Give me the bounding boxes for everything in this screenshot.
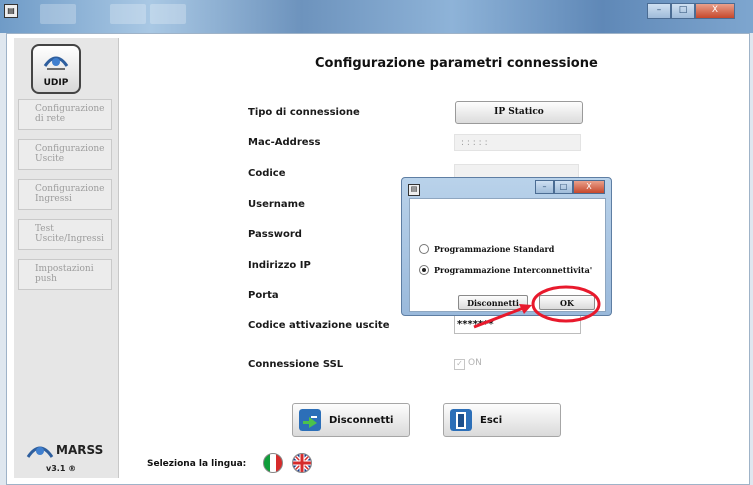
indirizzo-ip-label: Indirizzo IP: [248, 260, 311, 271]
window-titlebar: ▤ – □ X: [0, 0, 753, 33]
radio-checked-icon: [419, 265, 429, 275]
maximize-button[interactable]: □: [671, 3, 695, 19]
udip-logo: UDIP: [31, 44, 81, 94]
disconnetti-button-label: Disconnetti: [329, 414, 394, 426]
udip-emblem-icon: [43, 56, 69, 70]
logo-label: UDIP: [43, 78, 69, 88]
language-label: Seleziona la lingua:: [147, 459, 247, 469]
sidebar-item-impostazioni-push[interactable]: Impostazioni push: [18, 259, 112, 290]
sidebar-item-configurazione-uscite[interactable]: Configurazione Uscite: [18, 139, 112, 170]
porta-label: Porta: [248, 290, 279, 301]
uk-flag-icon[interactable]: [292, 453, 312, 473]
marss-logo: MARSS: [26, 439, 110, 461]
sidebar-item-configurazione-rete[interactable]: Configurazione di rete: [18, 99, 112, 130]
dialog-body: Programmazione Standard Programmazione I…: [409, 198, 606, 312]
dialog-disconnetti-button[interactable]: Disconnetti: [458, 295, 528, 310]
italian-flag-icon[interactable]: [263, 453, 283, 473]
exit-door-icon: [450, 409, 472, 431]
titlebar-decoration: [110, 4, 146, 24]
dialog-window-controls: – □ X: [535, 180, 605, 194]
mac-address-label: Mac-Address: [248, 137, 321, 148]
sidebar-item-configurazione-ingressi[interactable]: Configurazione Ingressi: [18, 179, 112, 210]
radio-programmazione-interconnettivita[interactable]: Programmazione Interconnettivita': [419, 265, 592, 275]
version-label: v3.1 ®: [46, 464, 77, 473]
dialog-app-icon: ▤: [408, 184, 420, 196]
radio-label: Programmazione Standard: [434, 244, 555, 254]
programmazione-dialog: ▤ – □ X Programmazione Standard Programm…: [401, 177, 612, 316]
ssl-checkbox[interactable]: ✓ ON: [454, 358, 482, 370]
uk-flag-cross-icon: [293, 454, 311, 472]
dialog-minimize-button[interactable]: –: [535, 180, 554, 194]
radio-unchecked-icon: [419, 244, 429, 254]
app-icon: ▤: [4, 4, 18, 18]
marss-emblem-icon: MARSS: [26, 443, 103, 458]
dialog-ok-button[interactable]: OK: [539, 295, 595, 310]
codice-attivazione-label: Codice attivazione uscite: [248, 320, 390, 331]
esci-button-label: Esci: [480, 414, 503, 426]
radio-label: Programmazione Interconnettivita': [434, 265, 593, 275]
username-label: Username: [248, 199, 305, 210]
password-label: Password: [248, 229, 302, 240]
tipo-connessione-label: Tipo di connessione: [248, 107, 360, 118]
esci-button[interactable]: Esci: [443, 403, 561, 437]
disconnect-icon: [299, 409, 321, 431]
radio-programmazione-standard[interactable]: Programmazione Standard: [419, 244, 554, 254]
dialog-close-button[interactable]: X: [573, 180, 605, 194]
titlebar-decoration: [150, 4, 186, 24]
marss-brand-text: MARSS: [56, 443, 103, 457]
codice-attivazione-field[interactable]: *******: [454, 314, 581, 334]
disconnetti-button[interactable]: Disconnetti: [292, 403, 410, 437]
mac-address-field[interactable]: : : : : :: [454, 134, 581, 151]
connessione-ssl-label: Connessione SSL: [248, 359, 344, 370]
checkmark-icon: ✓: [454, 359, 465, 370]
minimize-button[interactable]: –: [647, 3, 671, 19]
titlebar-decoration: [40, 4, 76, 24]
dialog-maximize-button[interactable]: □: [554, 180, 573, 194]
close-button[interactable]: X: [695, 3, 735, 19]
tipo-connessione-button[interactable]: IP Statico: [455, 101, 583, 124]
window-controls: – □ X: [647, 3, 735, 19]
sidebar-item-test-uscite-ingressi[interactable]: Test Uscite/Ingressi: [18, 219, 112, 250]
codice-label: Codice: [248, 168, 286, 179]
page-title: Configurazione parametri connessione: [315, 56, 598, 71]
ssl-checkbox-label: ON: [468, 358, 482, 368]
